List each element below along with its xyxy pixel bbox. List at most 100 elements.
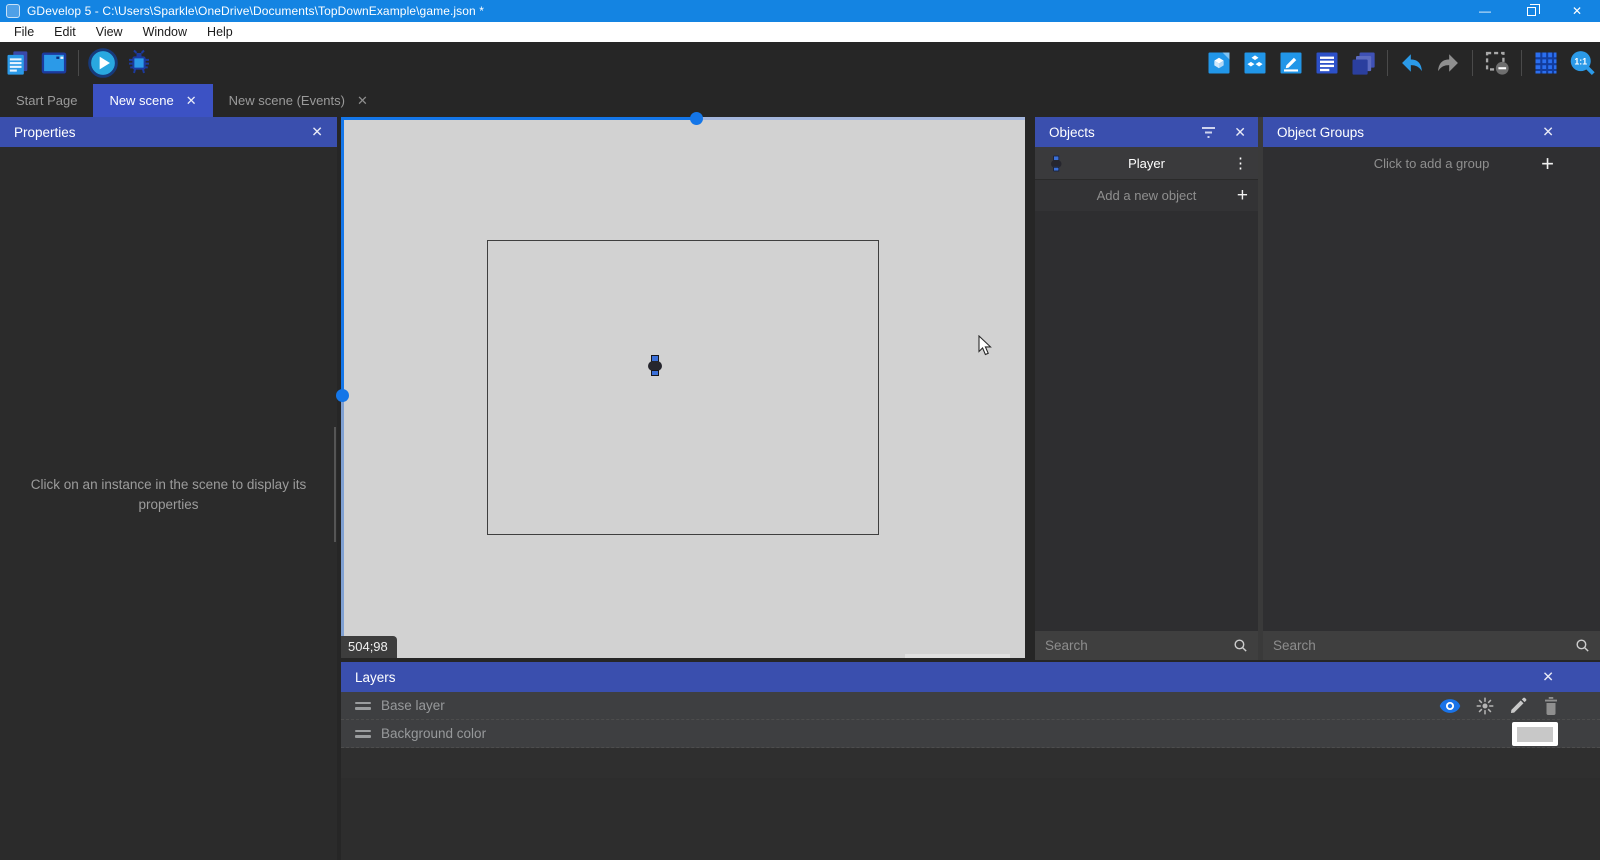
menu-window[interactable]: Window [133, 22, 197, 42]
object-list-item-player[interactable]: Player ⋮ [1035, 147, 1258, 180]
debug-button[interactable] [121, 45, 157, 81]
deselect-button[interactable] [1479, 45, 1515, 81]
project-manager-icon [4, 49, 32, 77]
object-groups-panel-icon [1241, 49, 1269, 77]
properties-panel: Properties ✕ Click on an instance in the… [0, 117, 337, 860]
scrollbar-track [697, 117, 1025, 120]
menu-file[interactable]: File [4, 22, 44, 42]
groups-search-bar [1263, 631, 1600, 660]
close-icon[interactable]: ✕ [1542, 124, 1554, 141]
tab-new-scene-events[interactable]: New scene (Events) ✕ [213, 84, 384, 117]
groups-list-empty-area [1263, 180, 1600, 631]
objects-panel-header: Objects ✕ [1035, 117, 1258, 147]
panel-title: Object Groups [1277, 125, 1364, 140]
scrollbar-track [341, 117, 697, 120]
background-color-picker[interactable] [1512, 722, 1558, 746]
close-icon[interactable]: ✕ [1234, 124, 1246, 141]
object-groups-panel: Object Groups ✕ Click to add a group + [1263, 117, 1600, 660]
window-title: GDevelop 5 - C:\Users\Sparkle\OneDrive\D… [27, 4, 484, 18]
tab-label: New scene [109, 93, 173, 108]
redo-icon [1434, 49, 1462, 77]
zoom-reset-button[interactable]: 1:1 [1564, 45, 1600, 81]
open-object-groups-panel-button[interactable] [1237, 45, 1273, 81]
gdevelop-window: GDevelop 5 - C:\Users\Sparkle\OneDrive\D… [0, 0, 1600, 860]
menu-help[interactable]: Help [197, 22, 243, 42]
tab-new-scene[interactable]: New scene ✕ [93, 84, 212, 117]
window-controls: — ✕ [1462, 0, 1600, 22]
add-new-object-button[interactable]: Add a new object + [1035, 180, 1258, 211]
add-object-label: Add a new object [1035, 188, 1258, 203]
tab-start-page[interactable]: Start Page [0, 84, 93, 117]
scrollbar-track [341, 396, 344, 658]
edit-layer-pencil-icon[interactable] [1509, 696, 1528, 715]
preview-button[interactable] [85, 45, 121, 81]
scrollbar-thumb[interactable] [336, 389, 349, 402]
open-instances-list-panel-button[interactable] [1309, 45, 1345, 81]
delete-layer-trash-icon[interactable] [1542, 696, 1560, 716]
mouse-cursor [978, 335, 993, 356]
scrollbar-thumb[interactable] [690, 112, 703, 125]
horizontal-scrollbar[interactable] [341, 117, 1025, 120]
groups-search-input[interactable] [1273, 638, 1590, 653]
cursor-coordinates-badge: 504;98 [341, 636, 397, 658]
minimize-icon: — [1479, 4, 1491, 18]
open-objects-panel-button[interactable] [1201, 45, 1237, 81]
layer-row-base[interactable]: Base layer [341, 692, 1600, 720]
toggle-grid-button[interactable] [1528, 45, 1564, 81]
open-properties-panel-button[interactable] [1273, 45, 1309, 81]
tab-close-icon[interactable]: ✕ [186, 93, 197, 109]
panel-title: Layers [355, 670, 396, 685]
layers-panel-header: Layers ✕ [341, 662, 1600, 692]
menubar: File Edit View Window Help [0, 22, 1600, 42]
kebab-menu-icon[interactable]: ⋮ [1233, 154, 1248, 172]
scrollbar[interactable] [334, 427, 336, 542]
layer-name: Background color [381, 726, 486, 741]
close-icon[interactable]: ✕ [1542, 669, 1554, 686]
close-button[interactable]: ✕ [1554, 0, 1600, 22]
restore-icon [1527, 7, 1536, 16]
toolbar: 1:1 [0, 42, 1600, 84]
minimize-button[interactable]: — [1462, 0, 1508, 22]
add-group-button[interactable]: Click to add a group + [1263, 147, 1600, 180]
plus-icon: + [1237, 186, 1248, 205]
drag-handle-icon[interactable] [355, 730, 371, 738]
layer-row-background[interactable]: Background color [341, 720, 1600, 748]
objects-panel-icon [1205, 49, 1233, 77]
redo-button[interactable] [1430, 45, 1466, 81]
game-window-bounds [487, 240, 879, 535]
toolbar-separator [1521, 50, 1522, 76]
project-manager-button[interactable] [0, 45, 36, 81]
layers-panel-icon [1349, 49, 1377, 77]
close-icon[interactable]: ✕ [311, 124, 323, 141]
filter-icon[interactable] [1201, 126, 1216, 139]
plus-icon: + [1541, 153, 1554, 175]
objects-search-input[interactable] [1045, 638, 1248, 653]
undo-button[interactable] [1394, 45, 1430, 81]
start-page-button[interactable] [36, 45, 72, 81]
search-icon [1232, 637, 1249, 654]
vertical-scrollbar[interactable] [341, 117, 344, 658]
scrollbar-thumb[interactable] [905, 654, 1010, 658]
open-layers-panel-button[interactable] [1345, 45, 1381, 81]
layer-effects-icon[interactable] [1475, 696, 1495, 716]
tab-close-icon[interactable]: ✕ [357, 93, 368, 109]
visibility-eye-icon[interactable] [1439, 698, 1461, 714]
scene-window-icon [40, 49, 68, 77]
object-name: Player [1035, 156, 1258, 171]
svg-text:1:1: 1:1 [1574, 57, 1587, 67]
menu-edit[interactable]: Edit [44, 22, 86, 42]
objects-list-empty-area [1035, 211, 1258, 631]
tab-label: New scene (Events) [229, 93, 345, 108]
drag-handle-icon[interactable] [355, 702, 371, 710]
color-swatch [1517, 727, 1553, 742]
titlebar: GDevelop 5 - C:\Users\Sparkle\OneDrive\D… [0, 0, 1600, 22]
properties-panel-header: Properties ✕ [0, 117, 337, 147]
object-groups-panel-header: Object Groups ✕ [1263, 117, 1600, 147]
restore-button[interactable] [1508, 0, 1554, 22]
scene-canvas[interactable]: 504;98 [341, 117, 1025, 658]
panel-title: Objects [1049, 125, 1095, 140]
player-instance[interactable] [648, 355, 662, 376]
player-sprite-feet [651, 370, 659, 376]
layer-name: Base layer [381, 698, 445, 713]
menu-view[interactable]: View [86, 22, 133, 42]
